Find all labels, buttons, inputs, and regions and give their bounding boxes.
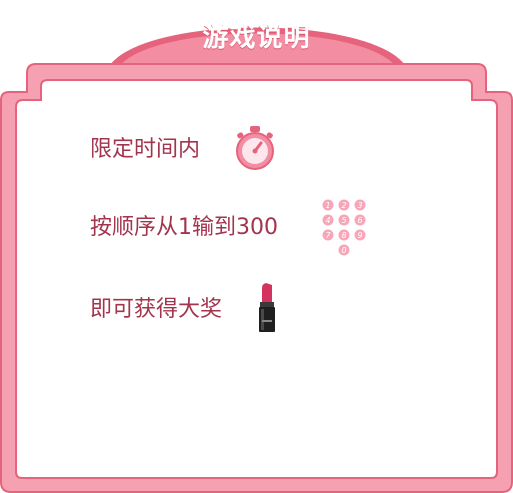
rule-2-text: 按顺序从1输到300 <box>90 215 278 240</box>
svg-text:3: 3 <box>357 201 362 210</box>
number-keypad-icon: 123 456 789 0 <box>321 198 367 257</box>
svg-text:0: 0 <box>341 246 346 255</box>
svg-text:1: 1 <box>325 201 330 210</box>
svg-text:2: 2 <box>341 201 346 210</box>
svg-text:9: 9 <box>357 231 362 240</box>
instructions-dialog: 游戏说明 限定时间内 按顺序从1输到300 123 456 789 0 即可获得… <box>0 0 513 493</box>
svg-text:8: 8 <box>341 231 346 240</box>
rule-3-text: 即可获得大奖 <box>90 297 223 322</box>
dialog-title: 游戏说明 <box>202 23 311 53</box>
rule-1-text: 限定时间内 <box>90 137 201 162</box>
stopwatch-icon <box>236 126 274 170</box>
lipstick-icon <box>259 283 275 332</box>
svg-text:4: 4 <box>325 216 330 225</box>
svg-text:5: 5 <box>341 216 346 225</box>
svg-text:6: 6 <box>357 216 362 225</box>
dialog-frame <box>0 27 513 493</box>
